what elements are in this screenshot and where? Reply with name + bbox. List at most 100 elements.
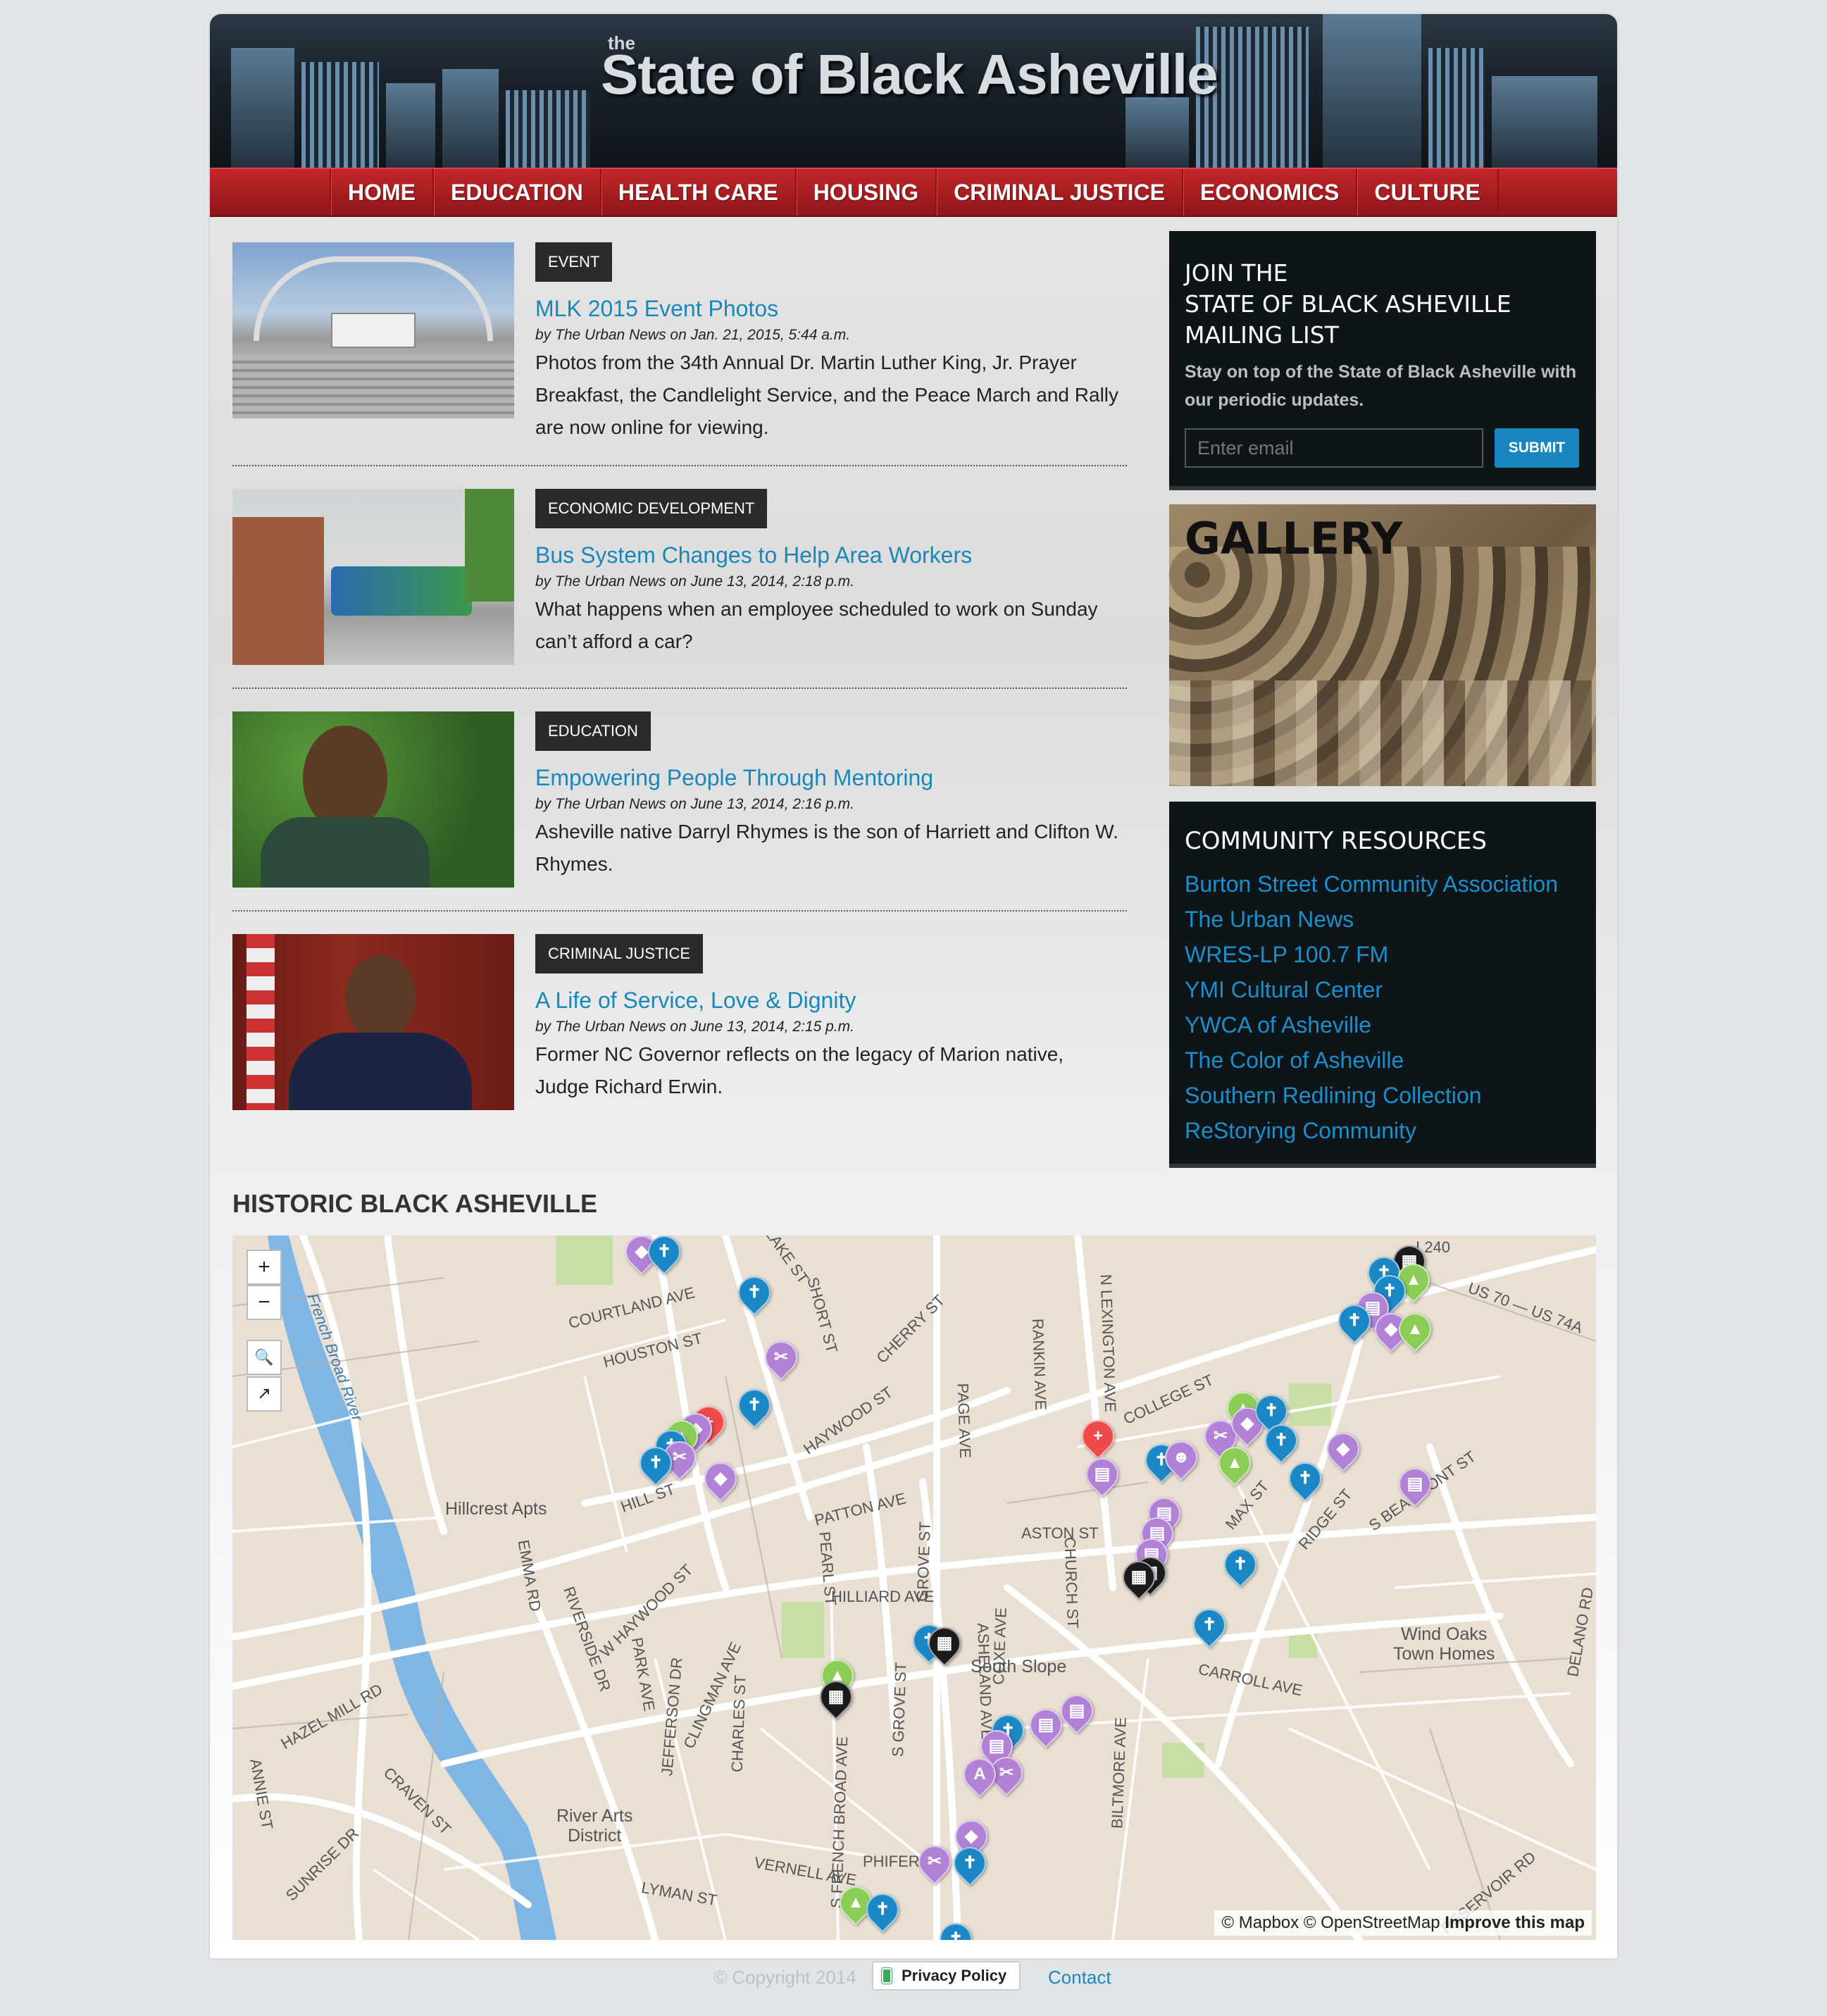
street-label: BILTMORE AVE <box>1108 1717 1130 1829</box>
article-thumbnail-bus[interactable] <box>232 489 514 665</box>
map-place-label: Hillcrest Apts <box>445 1499 547 1519</box>
steps-shape <box>232 355 514 418</box>
article-summary: Photos from the 34th Annual Dr. Martin L… <box>535 351 1119 438</box>
article-byline: by The Urban News on June 13, 2014, 2:16… <box>535 796 854 812</box>
mailing-list-heading: JOIN THE STATE OF BLACK ASHEVILLE MAILIN… <box>1185 259 1511 349</box>
street-label: CHURCH ST <box>1061 1536 1083 1629</box>
nav-criminal-justice[interactable]: CRIMINAL JUSTICE <box>935 169 1182 216</box>
article-byline: by The Urban News on June 13, 2014, 2:18… <box>535 573 854 590</box>
street-label: RANKIN AVE <box>1028 1318 1050 1411</box>
street-label: S GROVE ST <box>888 1662 910 1757</box>
street-label: CHARLES ST <box>728 1674 749 1773</box>
resource-link[interactable]: The Urban News <box>1185 902 1558 937</box>
category-tag[interactable]: ECONOMIC DEVELOPMENT <box>535 489 768 528</box>
street-label: PAGE AVE <box>954 1383 975 1459</box>
article-item: ECONOMIC DEVELOPMENT Bus System Changes … <box>232 489 1127 665</box>
map-park <box>556 1236 613 1285</box>
article-thumbnail-mentoring[interactable] <box>232 711 514 888</box>
article-item: CRIMINAL JUSTICE A Life of Service, Love… <box>232 934 1127 1110</box>
resource-list: Burton Street Community Association The … <box>1185 866 1558 1148</box>
skyline-building <box>1428 48 1485 168</box>
robe-shape <box>289 1033 472 1110</box>
resource-link[interactable]: Southern Redlining Collection <box>1185 1078 1558 1113</box>
category-tag[interactable]: CRIMINAL JUSTICE <box>535 934 704 973</box>
resource-link[interactable]: ReStorying Community <box>1185 1113 1558 1148</box>
nav-economics[interactable]: ECONOMICS <box>1182 169 1356 216</box>
skyline-building <box>506 90 590 168</box>
site-title[interactable]: State of Black Asheville <box>601 42 1218 107</box>
sweater-shape <box>261 817 430 888</box>
gallery-photo-row <box>1169 680 1596 786</box>
resource-link[interactable]: YMI Cultural Center <box>1185 972 1558 1007</box>
main-nav: HOME EDUCATION HEALTH CARE HOUSING CRIMI… <box>210 168 1617 217</box>
zoom-in-button[interactable]: + <box>247 1250 282 1285</box>
email-input[interactable] <box>1185 428 1483 468</box>
article-headline[interactable]: MLK 2015 Event Photos <box>535 296 778 322</box>
article-thumbnail-mlk[interactable] <box>232 242 514 418</box>
skyline-building <box>386 83 435 168</box>
map-attribution: © Mapbox © OpenStreetMap Improve this ma… <box>1214 1910 1592 1936</box>
article-headline[interactable]: Empowering People Through Mentoring <box>535 765 933 791</box>
article-summary: Asheville native Darryl Rhymes is the so… <box>535 821 1118 875</box>
improve-map-link[interactable]: Improve this map <box>1445 1913 1585 1932</box>
skyline-building <box>231 48 294 168</box>
skyline-building <box>1323 14 1421 168</box>
mapbox-credit-link[interactable]: © Mapbox <box>1221 1913 1299 1932</box>
gallery-title: GALLERY <box>1185 513 1403 564</box>
gallery-panel[interactable]: GALLERY <box>1169 504 1596 786</box>
privacy-policy-link[interactable]: Privacy Policy <box>872 1961 1021 1991</box>
street-label: GROVE ST <box>913 1521 934 1603</box>
community-resources-panel: COMMUNITY RESOURCES Burton Street Commun… <box>1169 802 1596 1168</box>
nav-health-care[interactable]: HEALTH CARE <box>599 169 795 216</box>
nav-culture[interactable]: CULTURE <box>1356 169 1499 216</box>
map-park <box>782 1602 824 1658</box>
category-tag[interactable]: EDUCATION <box>535 711 651 751</box>
contact-link[interactable]: Contact <box>1048 1967 1111 1989</box>
community-resources-heading: COMMUNITY RESOURCES <box>1185 827 1487 855</box>
article-headline[interactable]: A Life of Service, Love & Dignity <box>535 988 856 1014</box>
skyline-building <box>1125 97 1189 168</box>
divider <box>232 465 1127 466</box>
site-banner[interactable]: the State of Black Asheville <box>210 14 1617 168</box>
article-item: EVENT MLK 2015 Event Photos by The Urban… <box>232 242 1127 454</box>
map-title: HISTORIC BLACK ASHEVILLE <box>232 1189 598 1218</box>
nav-home[interactable]: HOME <box>330 169 432 216</box>
resource-link[interactable]: YWCA of Asheville <box>1185 1007 1558 1043</box>
historic-map[interactable]: + − 🔍 ↗ Hillcrest Apts South Slope River… <box>232 1236 1596 1940</box>
category-tag[interactable]: EVENT <box>535 242 613 282</box>
divider <box>232 910 1127 911</box>
mailing-list-panel: JOIN THE STATE OF BLACK ASHEVILLE MAILIN… <box>1169 231 1596 490</box>
zoom-out-button[interactable]: − <box>247 1285 282 1320</box>
copyright-text: © Copyright 2014 <box>713 1967 856 1988</box>
privacy-policy-label: Privacy Policy <box>902 1967 1007 1984</box>
resource-link[interactable]: WRES-LP 100.7 FM <box>1185 937 1558 972</box>
nav-education[interactable]: EDUCATION <box>432 169 600 216</box>
map-place-label: Wind Oaks Town Homes <box>1393 1624 1495 1664</box>
resource-link[interactable]: The Color of Asheville <box>1185 1043 1558 1078</box>
share-icon[interactable]: ↗ <box>247 1376 282 1412</box>
article-summary: Former NC Governor reflects on the legac… <box>535 1043 1064 1097</box>
article-byline: by The Urban News on June 13, 2014, 2:15… <box>535 1019 854 1035</box>
mailing-list-description: Stay on top of the State of Black Ashevi… <box>1185 362 1577 410</box>
face-shape <box>345 955 416 1040</box>
skyline-building <box>442 69 499 168</box>
lock-icon <box>882 1968 892 1984</box>
article-thumbnail-judge[interactable] <box>232 934 514 1110</box>
article-item: EDUCATION Empowering People Through Ment… <box>232 711 1127 888</box>
search-icon[interactable]: 🔍 <box>247 1340 282 1375</box>
skyline-building <box>301 62 379 168</box>
submit-button[interactable]: SUBMIT <box>1495 428 1579 468</box>
article-headline[interactable]: Bus System Changes to Help Area Workers <box>535 542 972 568</box>
osm-credit-link[interactable]: © OpenStreetMap <box>1304 1913 1440 1932</box>
flag-shape <box>247 934 275 1110</box>
skyline-building <box>1492 76 1597 168</box>
nav-housing[interactable]: HOUSING <box>794 169 935 216</box>
bus-shape <box>331 566 472 616</box>
page-container: the State of Black Asheville HOME EDUCAT… <box>210 14 1617 1958</box>
resource-link[interactable]: Burton Street Community Association <box>1185 866 1558 902</box>
footer: © Copyright 2014 Privacy Policy Contact <box>0 1958 1827 2001</box>
face-shape <box>303 726 387 831</box>
map-place-label: River Arts District <box>556 1806 633 1846</box>
trees-shape <box>465 489 514 602</box>
banner-shape <box>331 313 416 348</box>
